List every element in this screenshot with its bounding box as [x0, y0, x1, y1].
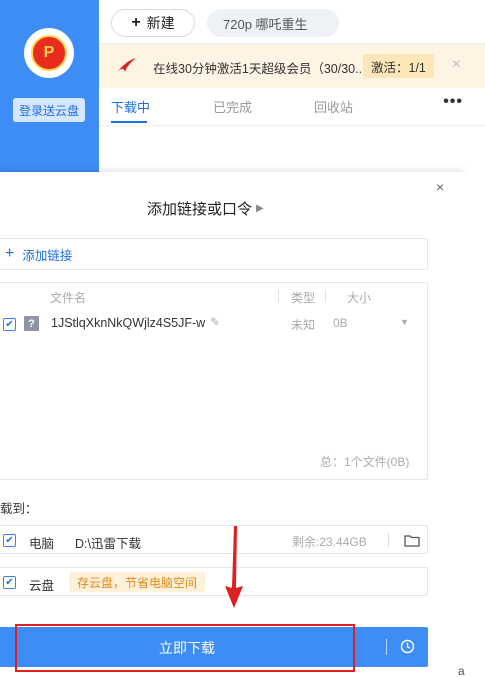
download-path[interactable]: D:\迅雷下载 — [75, 533, 141, 552]
column-divider — [325, 290, 326, 302]
avatar-badge: P — [31, 35, 67, 71]
column-divider — [278, 290, 279, 302]
avatar[interactable]: P — [24, 28, 74, 78]
cloud-tip: 存云盘，节省电脑空间 — [69, 572, 206, 592]
more-menu-button[interactable]: ••• — [443, 93, 463, 111]
dialog-title[interactable]: 添加链接或口令 ▶ — [147, 198, 264, 219]
checkbox-icon[interactable]: ✔ — [3, 576, 16, 589]
edge-glyph: a — [458, 664, 465, 677]
background-edge — [463, 172, 485, 677]
plus-icon: + — [131, 14, 141, 31]
arrow-down-icon — [225, 526, 243, 608]
file-list: 文件名 类型 大小 ✔ ? 1JStlqXknNkQWjlz4S5JF-w ✎ … — [0, 282, 428, 480]
column-header-name: 文件名 — [50, 291, 87, 305]
pencil-icon[interactable]: ✎ — [210, 315, 220, 329]
caret-right-icon: ▶ — [256, 203, 264, 214]
dialog-title-text: 添加链接或口令 — [147, 201, 253, 218]
column-header-type: 类型 — [291, 291, 316, 305]
login-button[interactable]: 登录送云盘 — [13, 98, 85, 122]
save-to-label: 载到： — [0, 502, 38, 516]
close-icon[interactable]: × — [452, 56, 461, 74]
highlight-box — [15, 624, 355, 672]
checkbox-icon[interactable]: ✔ — [3, 318, 16, 331]
download-tabs: 下载中 已完成 回收站 ••• — [99, 88, 485, 126]
clock-icon[interactable] — [400, 639, 415, 654]
file-type: 未知 — [291, 318, 316, 332]
dialog-close-icon[interactable]: × — [436, 179, 444, 195]
tab-downloading[interactable]: 下载中 — [111, 97, 150, 116]
cloud-destination-row[interactable]: ✔ 云盘 存云盘，节省电脑空间 — [0, 567, 428, 596]
free-space: 剩余:23.44GB — [292, 535, 367, 549]
tab-recycle-bin[interactable]: 回收站 — [314, 97, 353, 116]
column-header-size: 大小 — [347, 291, 372, 305]
add-link-button[interactable]: + 添加链接 — [0, 238, 428, 270]
new-task-label: 新建 — [146, 15, 175, 31]
plus-icon: + — [5, 245, 15, 262]
cloud-label: 云盘 — [29, 579, 55, 593]
search-input[interactable]: 720p 哪吒重生 — [207, 9, 339, 37]
folder-icon[interactable] — [404, 534, 420, 547]
activate-badge[interactable]: 激活：1/1 — [363, 54, 434, 78]
active-tab-indicator — [111, 121, 147, 123]
file-total: 总：1个文件(0B) — [320, 455, 410, 469]
new-task-button[interactable]: + 新建 — [111, 9, 195, 37]
banner-text: 在线30分钟激活1天超级会员（30/30... — [153, 62, 361, 76]
topbar: + 新建 720p 哪吒重生 — [99, 0, 485, 44]
tab-completed[interactable]: 已完成 — [213, 97, 252, 116]
unknown-file-icon: ? — [24, 316, 39, 331]
file-name: 1JStlqXknNkQWjlz4S5JF-w — [51, 316, 206, 330]
file-size: 0B — [333, 316, 348, 330]
checkbox-icon[interactable]: ✔ — [3, 534, 16, 547]
pc-destination-row[interactable]: ✔ 电脑 D:\迅雷下载 剩余:23.44GB — [0, 525, 428, 554]
promo-banner: 在线30分钟激活1天超级会员（30/30... 激活：1/1 × — [99, 44, 485, 88]
pc-label: 电脑 — [29, 537, 55, 551]
divider — [388, 533, 389, 547]
divider — [386, 639, 387, 655]
add-link-label: 添加链接 — [22, 248, 73, 263]
chevron-down-icon[interactable]: ▼ — [400, 317, 409, 327]
airline-logo-icon — [118, 58, 136, 72]
